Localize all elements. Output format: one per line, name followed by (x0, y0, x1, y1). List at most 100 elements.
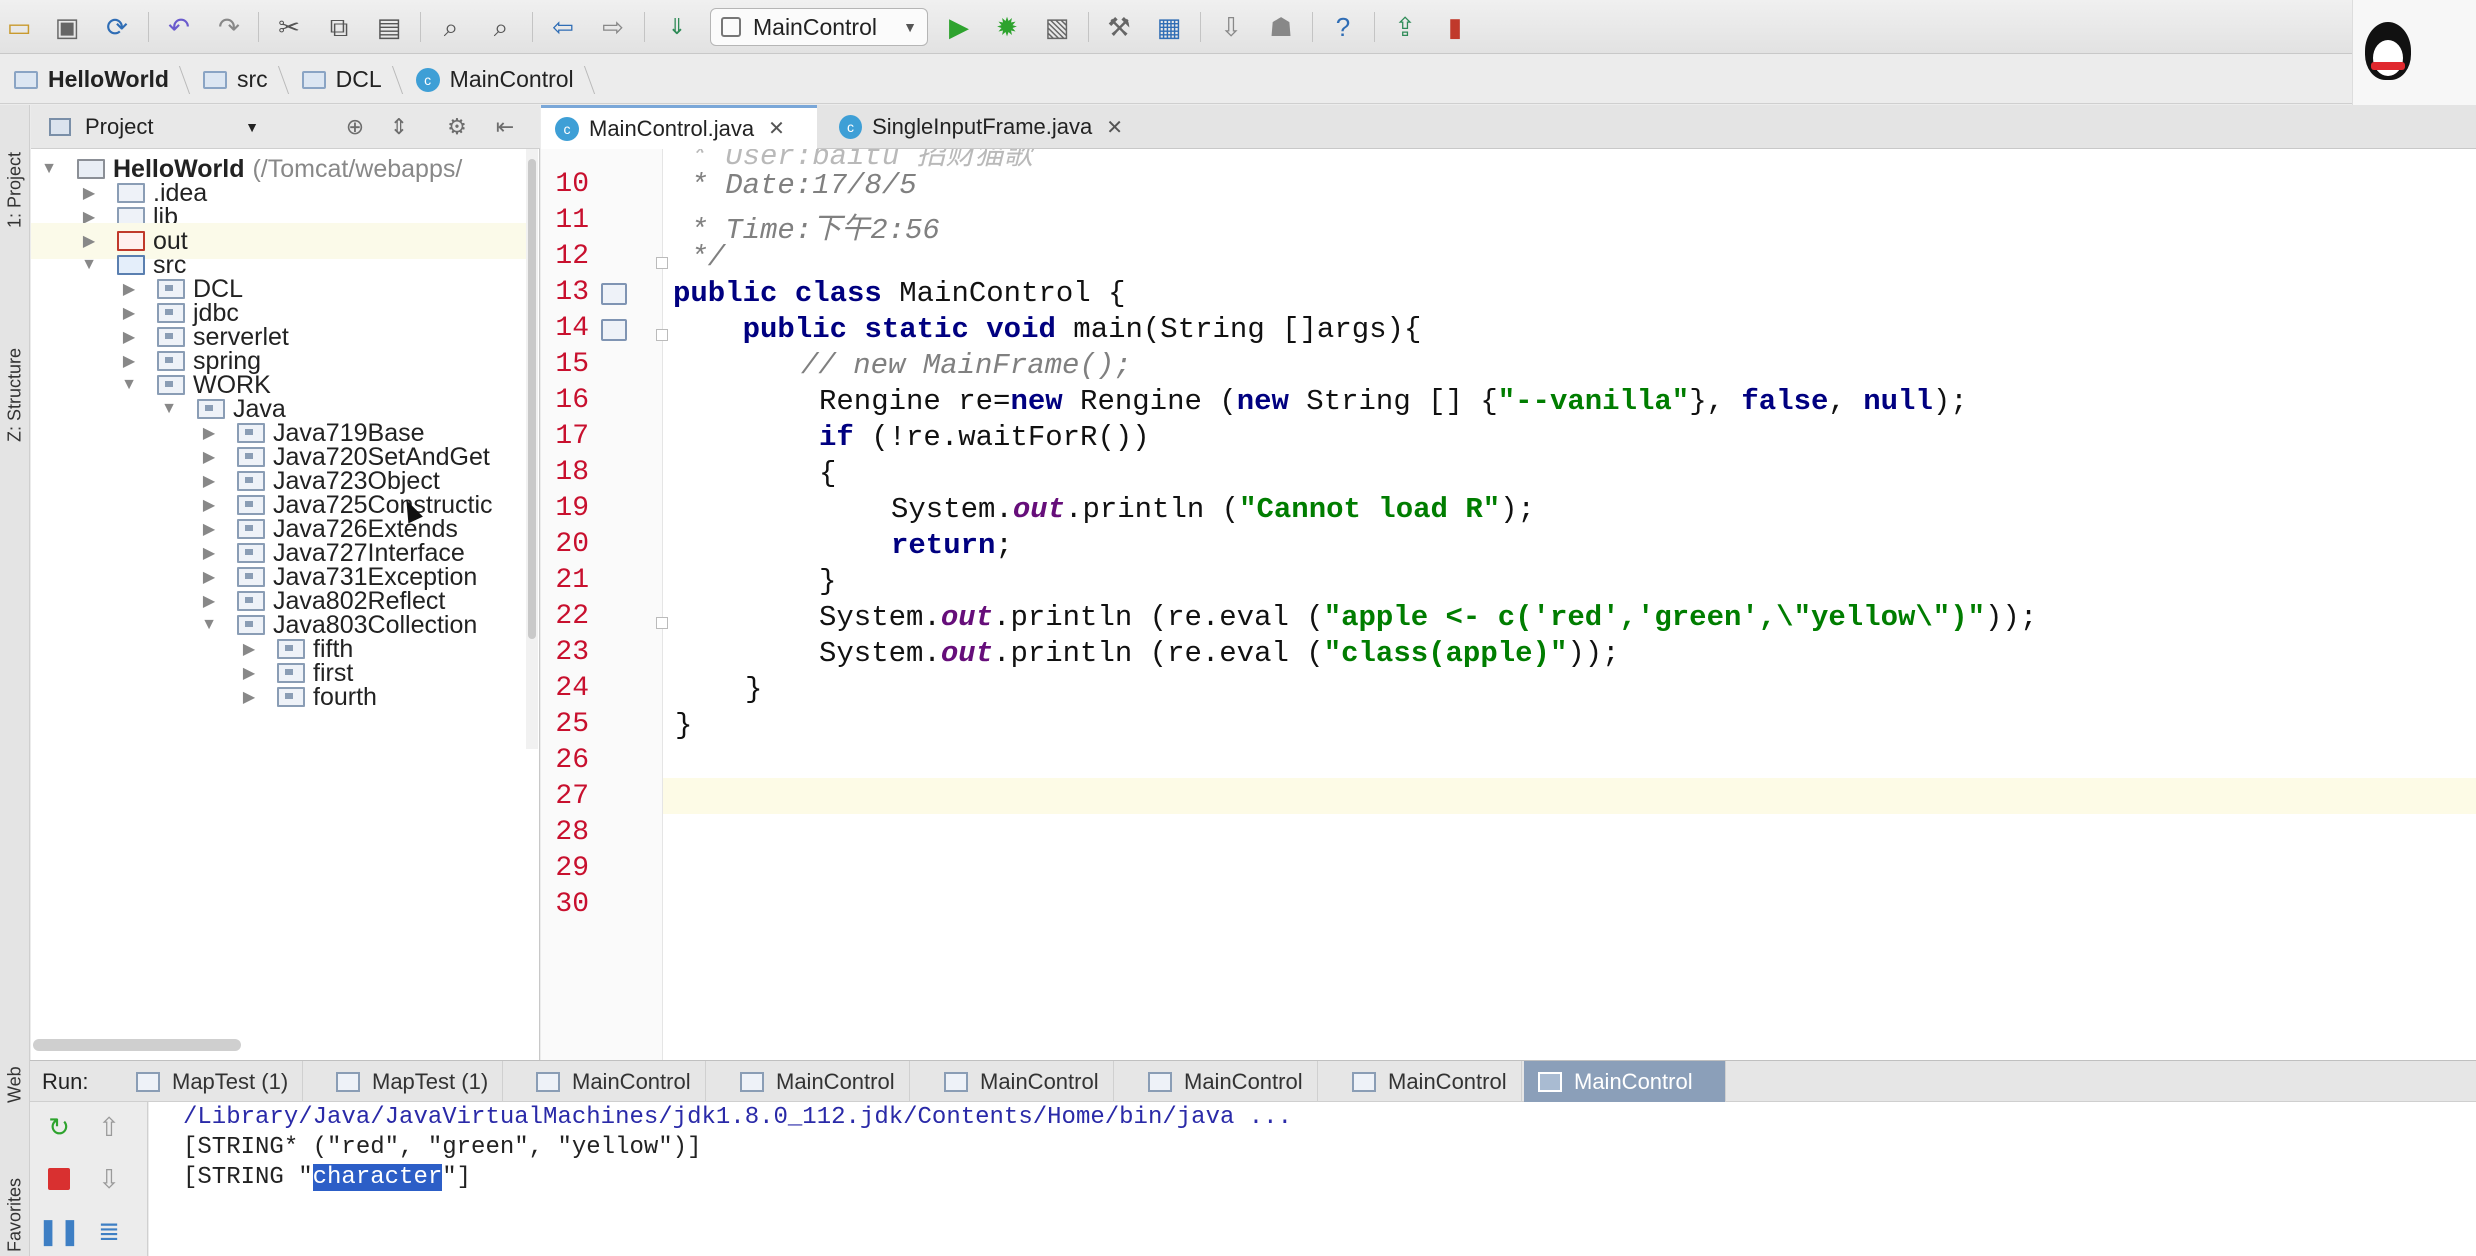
pause-icon[interactable]: ❚❚ (37, 1214, 81, 1248)
project-view-select[interactable]: Project ▼ (49, 114, 259, 140)
sdk-manager-icon[interactable]: ⇩ (1214, 10, 1248, 44)
tree-item[interactable]: ▶ fourth (239, 679, 377, 715)
class-icon: c (415, 67, 440, 92)
find-icon[interactable]: ⌕ (434, 10, 468, 44)
tab-singleinputframe-java[interactable]: c SingleInputFrame.java ✕ (825, 105, 1137, 149)
line-number: 13 (555, 277, 589, 308)
keyword-token: new (1236, 385, 1289, 418)
scrollbar-thumb[interactable] (528, 159, 536, 639)
keyword-token: public class (673, 277, 882, 310)
project-structure-icon[interactable]: ▦ (1152, 10, 1186, 44)
implements-gutter-icon[interactable] (601, 283, 627, 305)
build-icon[interactable]: ⇓ (660, 10, 694, 44)
code-line: System.out.println (re.eval ("class(appl… (819, 637, 1620, 670)
stop-icon[interactable]: ▮ (1438, 10, 1472, 44)
line-number: 30 (555, 889, 589, 920)
run-tab[interactable]: MapTest (1) (322, 1061, 504, 1103)
string-token: "class(apple)" (1323, 637, 1568, 670)
open-folder-icon[interactable]: ▭ (2, 10, 36, 44)
fold-marker-icon[interactable] (656, 329, 668, 341)
fold-marker-icon[interactable] (656, 257, 668, 269)
expanded-arrow-icon: ▼ (201, 616, 217, 633)
run-console[interactable]: /Library/Java/JavaVirtualMachines/jdk1.8… (149, 1102, 2476, 1256)
replace-icon[interactable]: ⌕ (484, 10, 518, 44)
structure-tool-tab[interactable]: Z: Structure (0, 295, 30, 495)
code-editor[interactable]: 10 11 12 13 14 15 16 17 18 19 20 21 22 2… (541, 149, 2476, 1060)
breadcrumb-helloworld[interactable]: HelloWorld (8, 60, 183, 100)
run-tab[interactable]: MainControl (1134, 1061, 1318, 1103)
gear-icon[interactable]: ⚙ (443, 113, 471, 141)
line-number: 19 (555, 493, 589, 524)
code-token: MainControl { (881, 277, 1126, 310)
run-tab[interactable]: MainControl (930, 1061, 1114, 1103)
package-icon (277, 687, 305, 707)
soft-wrap-icon[interactable]: ≣ (92, 1214, 126, 1248)
line-number: 25 (555, 709, 589, 740)
line-number: 27 (555, 781, 589, 812)
tree-vertical-scrollbar[interactable] (526, 149, 538, 749)
keyword-token: if (819, 421, 854, 454)
project-tool-tab[interactable]: 1: Project (0, 115, 30, 265)
redo-icon[interactable]: ↷ (212, 10, 246, 44)
run-icon[interactable]: ▶ (942, 10, 976, 44)
tree-horizontal-scrollbar[interactable] (33, 1035, 523, 1053)
breadcrumb-maincontrol[interactable]: c MainControl (410, 60, 588, 100)
line-number: 21 (555, 565, 589, 596)
hide-panel-icon[interactable]: ⇤ (491, 113, 519, 141)
code-token: )); (1567, 637, 1620, 670)
close-icon[interactable]: ✕ (1106, 115, 1123, 140)
close-icon[interactable]: ✕ (768, 116, 785, 141)
run-tab[interactable]: MainControl (522, 1061, 706, 1103)
coverage-icon[interactable]: ▧ (1040, 10, 1074, 44)
code-token: ); (1932, 385, 1968, 418)
run-config-icon (944, 1072, 968, 1092)
run-config-icon (536, 1072, 560, 1092)
help-icon[interactable]: ? (1326, 10, 1360, 44)
breadcrumb-src[interactable]: src (197, 60, 282, 100)
back-icon[interactable]: ⇦ (546, 10, 580, 44)
paste-icon[interactable]: ▤ (372, 10, 406, 44)
implements-gutter-icon[interactable] (601, 319, 627, 341)
sync-icon[interactable]: ⟳ (100, 10, 134, 44)
copy-icon[interactable]: ⧉ (322, 10, 356, 44)
code-token: }, (1689, 385, 1742, 418)
run-config-label: MainControl (753, 13, 877, 40)
console-text: "] (442, 1164, 472, 1191)
line-number: 23 (555, 637, 589, 668)
locate-icon[interactable]: ⊕ (341, 113, 369, 141)
collapse-all-icon[interactable]: ⇕ (385, 113, 413, 141)
tab-label: MainControl.java (589, 115, 755, 141)
project-tree: ▼ HelloWorld (/Tomcat/webapps/ ▶ .idea ▶… (31, 149, 526, 1009)
web-tool-tab[interactable]: Web (0, 1045, 30, 1125)
forward-icon[interactable]: ⇨ (596, 10, 630, 44)
run-tab[interactable]: MainControl (1338, 1061, 1522, 1103)
run-config-icon (721, 17, 741, 37)
fold-marker-icon[interactable] (656, 617, 668, 629)
line-number: 17 (555, 421, 589, 452)
qq-notification-widget[interactable] (2352, 0, 2476, 118)
up-arrow-icon[interactable]: ⇧ (92, 1110, 126, 1144)
code-token: System. (891, 493, 1013, 526)
string-token: "Cannot load R" (1239, 493, 1501, 526)
code-line: } (819, 565, 837, 598)
run-tab[interactable]: MapTest (1) (122, 1061, 304, 1103)
line-number: 22 (555, 601, 589, 632)
code-token: .println ( (1065, 493, 1240, 526)
scrollbar-thumb[interactable] (33, 1039, 241, 1051)
cut-icon[interactable]: ✂ (272, 10, 306, 44)
run-configuration-select[interactable]: MainControl ▼ (710, 8, 928, 46)
run-tab[interactable]: MainControl (726, 1061, 910, 1103)
tab-maincontrol-java[interactable]: c MainControl.java ✕ (541, 105, 817, 149)
rerun-icon[interactable]: ↻ (42, 1110, 76, 1144)
undo-icon[interactable]: ↶ (162, 10, 196, 44)
update-icon[interactable]: ⇪ (1388, 10, 1422, 44)
down-arrow-icon[interactable]: ⇩ (92, 1162, 126, 1196)
breadcrumb-dcl[interactable]: DCL (296, 60, 396, 100)
favorites-tool-tab[interactable]: Favorites (0, 1165, 30, 1256)
save-icon[interactable]: ▣ (50, 10, 84, 44)
run-tab-active[interactable]: MainControl (1524, 1061, 1726, 1103)
debug-icon[interactable]: ✹ (990, 10, 1024, 44)
android-icon[interactable]: ☗ (1264, 10, 1298, 44)
stop-icon[interactable] (42, 1162, 76, 1196)
settings-icon[interactable]: ⚒ (1102, 10, 1136, 44)
